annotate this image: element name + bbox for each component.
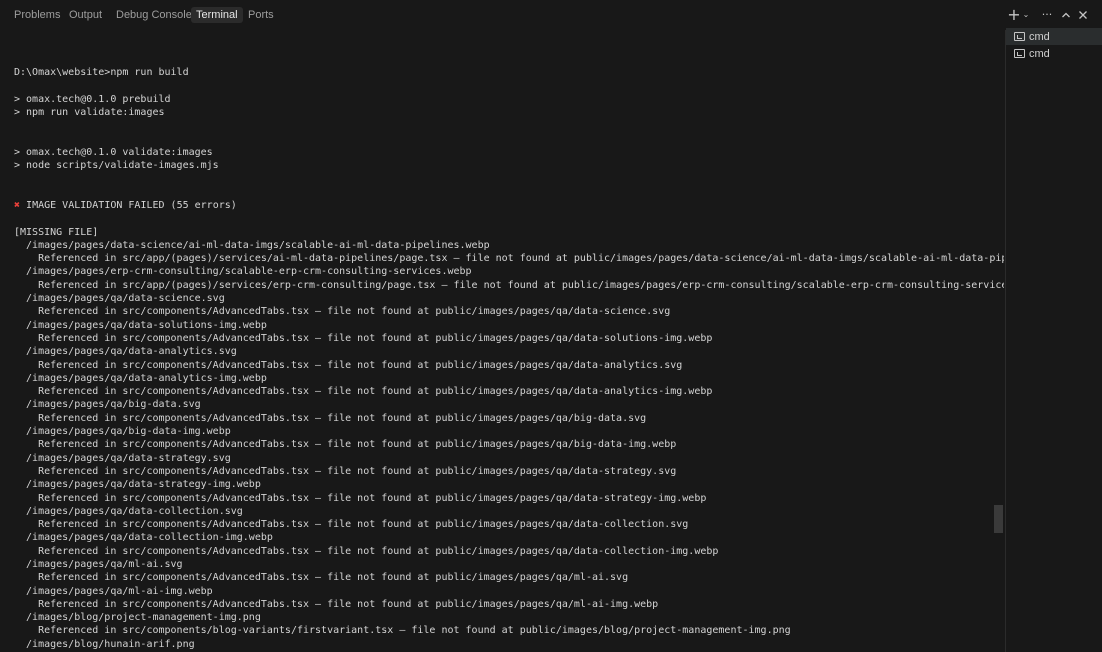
terminal-line: /images/pages/qa/data-strategy.svg	[14, 452, 231, 464]
terminal-list-item[interactable]: cmd	[1006, 28, 1102, 45]
terminal-label: cmd	[1029, 30, 1050, 43]
terminal-line: /images/blog/hunain-arif.png	[14, 638, 195, 650]
terminal-line: /images/pages/qa/big-data-img.webp	[14, 426, 231, 438]
terminal-line: /images/pages/qa/data-analytics.svg	[14, 346, 237, 358]
terminal-output[interactable]: D:\Omax\website>npm run build > omax.tech…	[0, 30, 1004, 652]
terminal-line: /images/pages/qa/data-collection.svg	[14, 505, 243, 517]
terminal-label: cmd	[1029, 47, 1050, 60]
terminal-line: /images/pages/qa/data-strategy-img.webp	[14, 479, 261, 491]
terminal-icon	[1014, 32, 1025, 41]
tab-problems[interactable]: Problems	[14, 7, 60, 23]
terminal-line: /images/pages/qa/data-collection-img.web…	[14, 532, 273, 544]
terminal-line: /images/pages/qa/ml-ai-img.webp	[14, 585, 213, 597]
terminal-line: Referenced in src/components/AdvancedTab…	[14, 332, 713, 344]
terminal-line: /images/pages/qa/data-analytics-img.webp	[14, 372, 267, 384]
terminal-line: D:\Omax\website>npm run build	[14, 67, 189, 78]
terminal-line: Referenced in src/components/AdvancedTab…	[14, 519, 689, 531]
terminal-line: /images/pages/qa/data-science.svg	[14, 293, 225, 305]
tab-ports[interactable]: Ports	[248, 7, 274, 23]
terminal-line: /images/pages/qa/ml-ai.svg	[14, 558, 183, 570]
tab-output[interactable]: Output	[69, 7, 102, 23]
terminal-list-item[interactable]: cmd	[1006, 45, 1102, 62]
terminal-line: /images/blog/project-management-img.png	[14, 612, 261, 624]
terminal-line: Referenced in src/components/AdvancedTab…	[14, 359, 683, 371]
terminal-line: /images/pages/data-science/ai-ml-data-im…	[14, 239, 490, 251]
plus-icon[interactable]: +	[1006, 6, 1022, 24]
terminal-lines: D:\Omax\website>npm run build > omax.tech…	[14, 66, 1004, 651]
terminal-line: Referenced in src/components/AdvancedTab…	[14, 306, 671, 318]
terminal-line: /images/pages/qa/big-data.svg	[14, 399, 201, 411]
terminal-line: Referenced in src/app/(pages)/services/e…	[14, 279, 1004, 291]
terminal-line: Referenced in src/app/(pages)/services/a…	[14, 253, 1004, 265]
close-icon[interactable]	[1076, 6, 1090, 24]
terminal-line: Referenced in src/components/AdvancedTab…	[14, 545, 719, 557]
terminal-line: Referenced in src/components/AdvancedTab…	[14, 492, 707, 504]
terminal-scrollbar-thumb[interactable]	[994, 505, 1003, 533]
chevron-up-icon[interactable]	[1059, 6, 1073, 24]
terminal-icon	[1014, 49, 1025, 58]
tab-terminal[interactable]: Terminal	[191, 7, 243, 23]
panel-tab-bar: Problems Output Debug Console Terminal P…	[0, 0, 1102, 30]
error-header: IMAGE VALIDATION FAILED (55 errors)	[20, 199, 237, 211]
terminal-line: Referenced in src/components/AdvancedTab…	[14, 465, 677, 477]
terminal-line: Referenced in src/components/AdvancedTab…	[14, 386, 713, 398]
terminal-list: cmd cmd	[1005, 28, 1102, 652]
terminal-line: Referenced in src/components/AdvancedTab…	[14, 598, 659, 610]
ellipsis-icon[interactable]: ···	[1039, 6, 1055, 24]
terminal-line: [MISSING FILE]	[14, 226, 99, 238]
terminal-line: Referenced in src/components/AdvancedTab…	[14, 439, 677, 451]
terminal-line: /images/pages/qa/data-solutions-img.webp	[14, 319, 267, 331]
terminal-line: ✖ IMAGE VALIDATION FAILED (55 errors)	[14, 199, 1004, 212]
chevron-down-icon[interactable]: ⌄	[1021, 6, 1031, 24]
terminal-line: > omax.tech@0.1.0 validate:images	[14, 146, 213, 158]
terminal-line: > omax.tech@0.1.0 prebuild	[14, 93, 171, 105]
terminal-line: Referenced in src/components/AdvancedTab…	[14, 412, 647, 424]
terminal-line: /images/pages/erp-crm-consulting/scalabl…	[14, 266, 472, 278]
terminal-line: > npm run validate:images	[14, 106, 165, 118]
terminal-line: > node scripts/validate-images.mjs	[14, 160, 219, 172]
tab-debug-console[interactable]: Debug Console	[116, 7, 192, 23]
terminal-line: Referenced in src/components/blog-varian…	[14, 625, 791, 637]
terminal-line: Referenced in src/components/AdvancedTab…	[14, 572, 629, 584]
